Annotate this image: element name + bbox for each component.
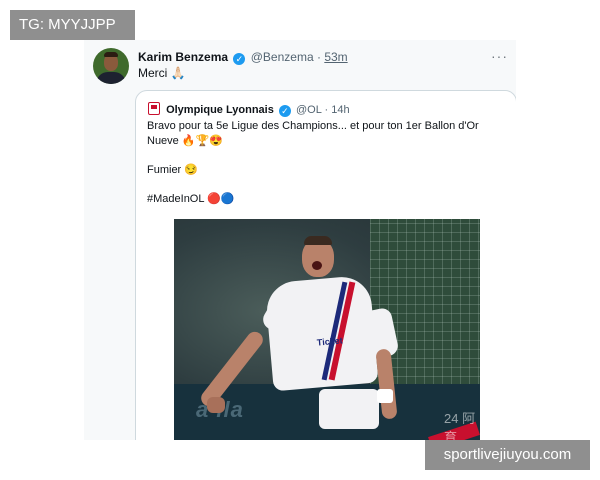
quoted-text: Bravo pour ta 5e Ligue des Champions... …: [147, 119, 507, 207]
quoted-handle[interactable]: @OL: [296, 104, 321, 116]
more-dots-icon[interactable]: ···: [491, 48, 508, 64]
separator: ·: [324, 104, 329, 116]
quoted-author-name[interactable]: Olympique Lyonnais: [166, 104, 274, 116]
quoted-line-2: Nueve 🔥🏆😍: [147, 135, 223, 147]
ol-logo-icon: [148, 102, 160, 115]
separator: ·: [316, 50, 321, 64]
avatar[interactable]: [93, 48, 129, 84]
quoted-header: Olympique Lyonnais ✓ @OL · 14h: [148, 102, 350, 117]
player-shorts: [319, 389, 379, 429]
player-wristband: [377, 389, 393, 403]
tweet-time[interactable]: 53m: [324, 50, 347, 64]
tweet-card: ··· Karim Benzema ✓ @Benzema · 53m Merci…: [84, 40, 516, 440]
author-name[interactable]: Karim Benzema: [138, 50, 228, 64]
quoted-line-3: Fumier 😏: [147, 164, 198, 176]
photo-watermark: 24 阿育: [444, 411, 476, 440]
verified-icon: ✓: [233, 53, 246, 65]
quoted-line-1: Bravo pour ta 5e Ligue des Champions... …: [147, 120, 479, 132]
tweet-header: Karim Benzema ✓ @Benzema · 53m: [138, 50, 348, 65]
watermark-top: TG: MYYJJPP: [10, 10, 135, 40]
tweet-text: Merci 🙏🏻: [138, 66, 186, 80]
author-handle[interactable]: @Benzema: [251, 50, 314, 64]
watermark-bottom: sportlivejiuyou.com: [425, 440, 590, 470]
quoted-hashtag[interactable]: #MadeInOL 🔴🔵: [147, 192, 507, 207]
quoted-time[interactable]: 14h: [331, 104, 349, 116]
verified-icon: ✓: [278, 105, 291, 117]
player-fist: [207, 397, 225, 413]
tweet-photo[interactable]: a lla Ticket 24 阿育: [174, 219, 480, 440]
